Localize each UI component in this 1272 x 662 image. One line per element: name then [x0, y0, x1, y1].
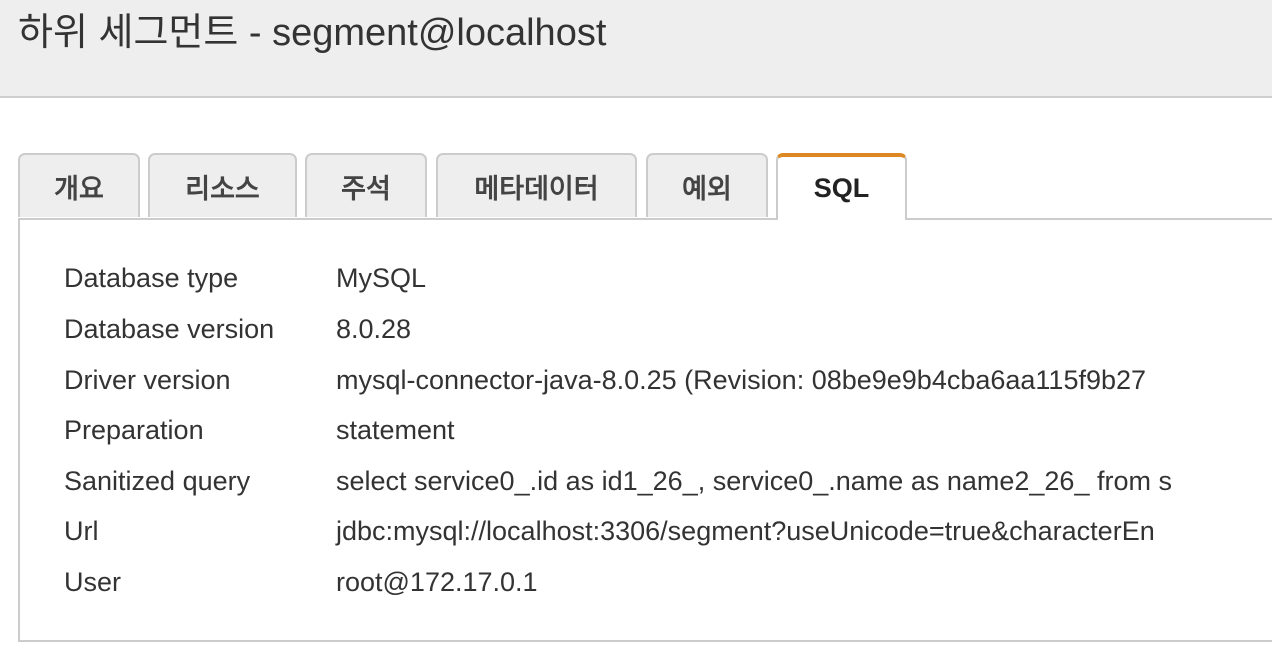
detail-row-preparation: Preparation statement	[20, 406, 1272, 454]
tab-exceptions[interactable]: 예외	[646, 153, 768, 217]
detail-row-user: User root@172.17.0.1	[20, 558, 1272, 606]
detail-label: User	[64, 567, 122, 597]
detail-label: Database version	[64, 314, 275, 344]
detail-value: jdbc:mysql://localhost:3306/segment?useU…	[336, 516, 1155, 546]
page-title: 하위 세그먼트 - segment@localhost	[18, 12, 607, 54]
detail-value: statement	[336, 415, 455, 445]
detail-label: Preparation	[64, 415, 204, 445]
page-header: 하위 세그먼트 - segment@localhost	[0, 0, 1272, 98]
tab-bar: 개요 리소스 주석 메타데이터 예외 SQL	[18, 153, 1272, 220]
detail-label: Url	[64, 516, 99, 546]
detail-row-database-type: Database type MySQL	[20, 254, 1272, 302]
detail-row-driver-version: Driver version mysql-connector-java-8.0.…	[20, 356, 1272, 404]
detail-label: Sanitized query	[64, 466, 251, 496]
detail-value: root@172.17.0.1	[336, 567, 538, 597]
detail-row-url: Url jdbc:mysql://localhost:3306/segment?…	[20, 507, 1272, 555]
detail-label: Driver version	[64, 365, 231, 395]
detail-value: MySQL	[336, 263, 427, 293]
detail-row-database-version: Database version 8.0.28	[20, 305, 1272, 353]
sql-details-panel: Database type MySQL Database version 8.0…	[18, 218, 1272, 642]
tab-overview[interactable]: 개요	[18, 153, 140, 217]
detail-row-sanitized-query: Sanitized query select service0_.id as i…	[20, 457, 1272, 505]
detail-value: 8.0.28	[336, 314, 412, 344]
tab-metadata[interactable]: 메타데이터	[436, 153, 637, 217]
detail-label: Database type	[64, 263, 239, 293]
tab-resources[interactable]: 리소스	[148, 153, 297, 217]
detail-value: select service0_.id as id1_26_, service0…	[336, 466, 1172, 496]
detail-value: mysql-connector-java-8.0.25 (Revision: 0…	[336, 365, 1147, 395]
tab-sql[interactable]: SQL	[776, 153, 907, 220]
tab-annotations[interactable]: 주석	[305, 153, 427, 217]
